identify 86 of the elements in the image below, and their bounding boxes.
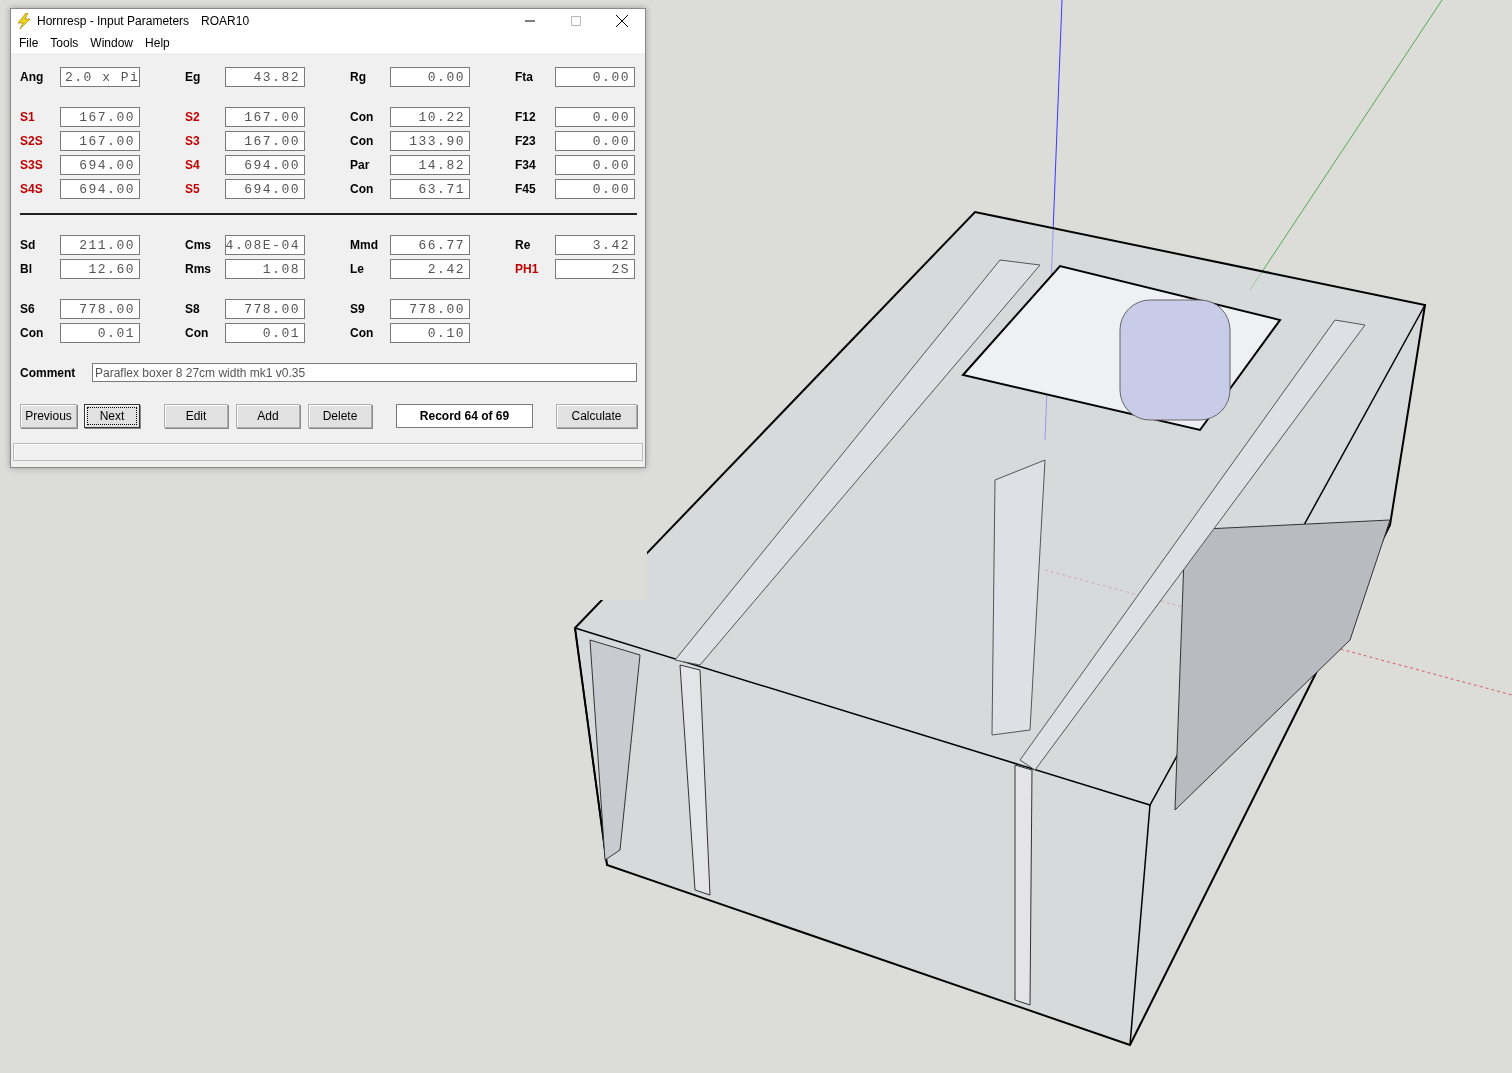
parameter-label: S9 [350, 302, 366, 316]
calculate-button[interactable]: Calculate [556, 404, 637, 428]
menu-item[interactable]: Window [84, 36, 140, 50]
parameter-label: S8 [185, 302, 201, 316]
maximize-icon [571, 16, 581, 26]
menu-item[interactable]: Help [139, 36, 176, 50]
parameter-field[interactable]: 12.60 [60, 259, 140, 279]
parameter-field[interactable]: 694.00 [60, 179, 140, 199]
parameter-label: Con [185, 326, 210, 340]
parameter-field[interactable]: 694.00 [225, 179, 305, 199]
parameter-field[interactable]: 2.0 x Pi [60, 67, 140, 87]
parameter-label: Re [515, 238, 532, 252]
dialog-button[interactable]: Previous [20, 404, 77, 428]
parameter-label: S4 [185, 158, 201, 172]
parameter-field[interactable]: 0.01 [60, 323, 140, 343]
close-icon [616, 15, 628, 27]
parameter-label: F12 [515, 110, 537, 124]
parameter-label: Mmd [350, 238, 379, 252]
parameter-label: Sd [20, 238, 37, 252]
parameter-label: Rg [350, 70, 367, 84]
parameter-label: S2 [185, 110, 201, 124]
parameter-field[interactable]: 66.77 [390, 235, 470, 255]
dialog-button[interactable]: Add [236, 404, 300, 428]
parameter-field[interactable]: 10.22 [390, 107, 470, 127]
parameter-label: S3 [185, 134, 201, 148]
parameter-label: F34 [515, 158, 537, 172]
parameter-field[interactable]: 0.00 [555, 131, 635, 151]
parameter-label: Cms [185, 238, 212, 252]
parameter-label: F23 [515, 134, 537, 148]
parameter-field[interactable]: 694.00 [225, 155, 305, 175]
parameter-field[interactable]: 0.00 [555, 155, 635, 175]
parameter-field[interactable]: 0.00 [555, 67, 635, 87]
parameter-field[interactable]: 4.08E-04 [225, 235, 305, 255]
parameter-label: S3S [20, 158, 44, 172]
parameter-field[interactable]: 63.71 [390, 179, 470, 199]
parameter-field[interactable]: 694.00 [60, 155, 140, 175]
parameter-label: Par [350, 158, 371, 172]
parameter-label: Le [350, 262, 365, 276]
parameter-field[interactable]: 211.00 [60, 235, 140, 255]
record-counter: Record 64 of 69 [396, 404, 533, 428]
parameter-label: F45 [515, 182, 537, 196]
parameter-label: S1 [20, 110, 36, 124]
menu-item[interactable]: Tools [44, 36, 85, 50]
menu-item[interactable]: File [13, 36, 45, 50]
parameter-field[interactable]: 0.10 [390, 323, 470, 343]
record-name: ROAR10 [201, 14, 250, 28]
dialog-button[interactable]: Delete [308, 404, 372, 428]
parameter-label: S5 [185, 182, 201, 196]
parameter-field[interactable]: 1.08 [225, 259, 305, 279]
dialog-button[interactable]: Edit [164, 404, 228, 428]
parameter-label: Con [350, 326, 375, 340]
parameter-field[interactable]: 167.00 [225, 131, 305, 151]
parameter-field[interactable]: 167.00 [60, 107, 140, 127]
comment-field[interactable]: Paraflex boxer 8 27cm width mk1 v0.35 [92, 363, 637, 382]
parameter-label: Con [350, 134, 375, 148]
parameter-label: S4S [20, 182, 44, 196]
parameter-field[interactable]: 0.00 [555, 107, 635, 127]
parameter-field[interactable]: 0.01 [225, 323, 305, 343]
parameter-label: Rms [185, 262, 212, 276]
parameter-field[interactable]: 2.42 [390, 259, 470, 279]
parameter-label: Bl [20, 262, 33, 276]
parameter-field[interactable]: 3.42 [555, 235, 635, 255]
parameter-field[interactable]: 778.00 [60, 299, 140, 319]
parameter-label: S6 [20, 302, 36, 316]
parameter-field[interactable]: 133.90 [390, 131, 470, 151]
parameter-field[interactable]: 778.00 [390, 299, 470, 319]
parameter-field[interactable]: 14.82 [390, 155, 470, 175]
parameter-field[interactable]: 167.00 [60, 131, 140, 151]
parameter-field[interactable]: 167.00 [225, 107, 305, 127]
parameter-field[interactable]: 778.00 [225, 299, 305, 319]
window-title: Hornresp - Input Parameters [37, 14, 190, 28]
parameter-field[interactable]: 43.82 [225, 67, 305, 87]
parameter-field[interactable]: 0.00 [390, 67, 470, 87]
parameter-label: Con [350, 110, 375, 124]
parameter-label: Con [20, 326, 45, 340]
parameter-field[interactable]: 0.00 [555, 179, 635, 199]
parameter-label: Eg [185, 70, 202, 84]
parameter-field[interactable]: 2S [555, 259, 635, 279]
parameter-label: Ang [20, 70, 45, 84]
lightning-icon [17, 13, 31, 29]
parameter-label: Fta [515, 70, 534, 84]
comment-label: Comment [20, 365, 77, 380]
parameter-label: PH1 [515, 262, 540, 276]
dialog-button[interactable]: Next [84, 404, 140, 428]
parameter-label: S2S [20, 134, 44, 148]
parameter-label: Con [350, 182, 375, 196]
